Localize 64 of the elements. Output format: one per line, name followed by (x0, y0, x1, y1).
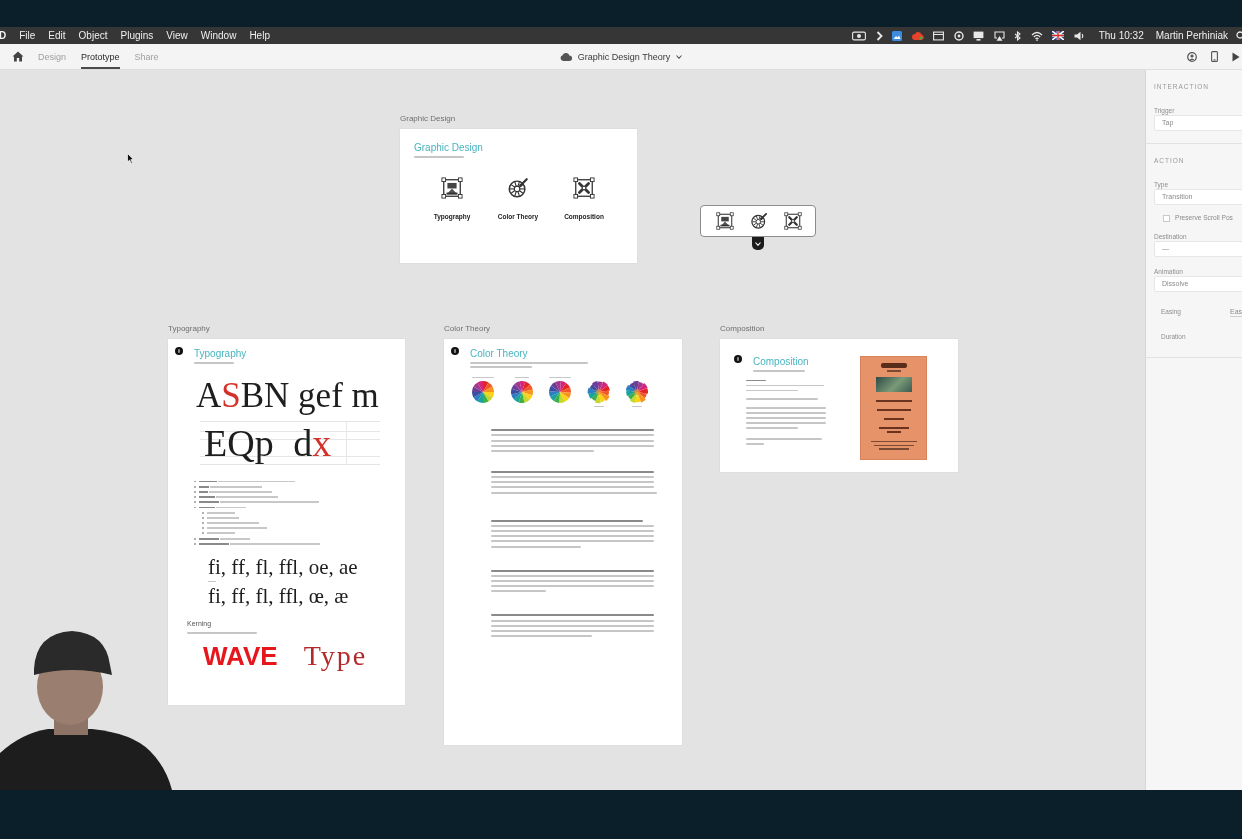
play-icon[interactable] (1232, 51, 1240, 62)
ligature-sample: fi, ff, fl, ffl, œ, æ (208, 584, 349, 609)
monitor-icon[interactable] (973, 30, 985, 41)
user-menu[interactable]: Martin Perhiniak (1155, 27, 1228, 44)
type-specimen: ASBN gef m (196, 377, 379, 413)
menu-item[interactable]: Plugins (120, 27, 154, 44)
color-wheel-icon (471, 379, 495, 404)
framed-picture-icon (441, 176, 463, 199)
framed-cross-icon (573, 176, 595, 199)
menu-item[interactable]: Object (78, 27, 108, 44)
wifi-icon[interactable] (1030, 30, 1043, 41)
screen-record-icon[interactable] (852, 30, 867, 41)
ring-icon[interactable] (953, 30, 964, 41)
wheel-brush-icon[interactable] (750, 212, 768, 230)
chevron-right-icon[interactable] (875, 30, 883, 41)
phone-icon[interactable] (1211, 51, 1218, 62)
speaker-icon[interactable] (1073, 30, 1085, 41)
menu-item[interactable]: File (19, 27, 36, 44)
framed-picture-icon[interactable] (716, 212, 734, 230)
ligature-sample: fi, ff, fl, ffl, oe, ae (208, 554, 358, 579)
blurred-text-drawing (632, 405, 643, 408)
image-icon[interactable] (892, 30, 903, 41)
kerning-sample[interactable]: Type (303, 640, 368, 671)
airplay-icon[interactable] (993, 30, 1005, 41)
dot-icon (451, 347, 459, 355)
cursor-icon (127, 153, 134, 164)
bluetooth-icon[interactable] (1014, 30, 1022, 41)
artboard-title: Color Theory (470, 348, 528, 359)
color-wheel-icon (548, 379, 573, 404)
blurred-text-drawing (746, 398, 818, 401)
flag-icon[interactable] (1052, 31, 1065, 40)
color-wheel-icon (625, 379, 650, 404)
artboard-label[interactable]: Color Theory (444, 324, 491, 334)
chevron-down-icon (676, 54, 683, 59)
artboard-title: Graphic Design (414, 142, 483, 153)
menu-item[interactable]: Edit (48, 27, 66, 44)
artboard-title: Composition (753, 356, 809, 367)
cloud-icon[interactable] (911, 30, 924, 41)
artboard-label[interactable]: Typography (168, 324, 210, 334)
kerning-sample[interactable]: WAVE (203, 640, 278, 671)
framed-cross-icon[interactable] (784, 212, 802, 230)
menu-item[interactable]: View (166, 27, 188, 44)
menu-item[interactable]: Help (249, 27, 270, 44)
collapse-tab[interactable] (752, 237, 764, 250)
artboard-label[interactable]: Graphic Design (400, 114, 456, 124)
window-icon[interactable] (933, 30, 945, 41)
color-wheel-icon (509, 379, 534, 404)
menu-item[interactable]: Window (200, 27, 237, 44)
menu-clock[interactable]: Thu 10:32 (1098, 27, 1144, 44)
dot-icon (175, 347, 183, 355)
color-wheel-icon (586, 379, 611, 404)
blurred-text-drawing (208, 580, 216, 583)
cloud-icon (559, 52, 572, 61)
home-icon[interactable] (12, 51, 24, 62)
wheel-brush-icon (507, 176, 529, 199)
user-icon[interactable] (1187, 51, 1197, 62)
dot-icon (734, 355, 742, 363)
app-menu[interactable]: D (0, 27, 7, 44)
type-specimen: EQp dx (203, 421, 332, 464)
document-title-menu[interactable]: Graphic Design Theory (559, 51, 683, 62)
blurred-text-drawing (593, 405, 604, 408)
artboard-title: Typography (194, 348, 247, 359)
chevron-down-icon (755, 241, 761, 246)
artboard-label[interactable]: Composition (720, 324, 765, 334)
